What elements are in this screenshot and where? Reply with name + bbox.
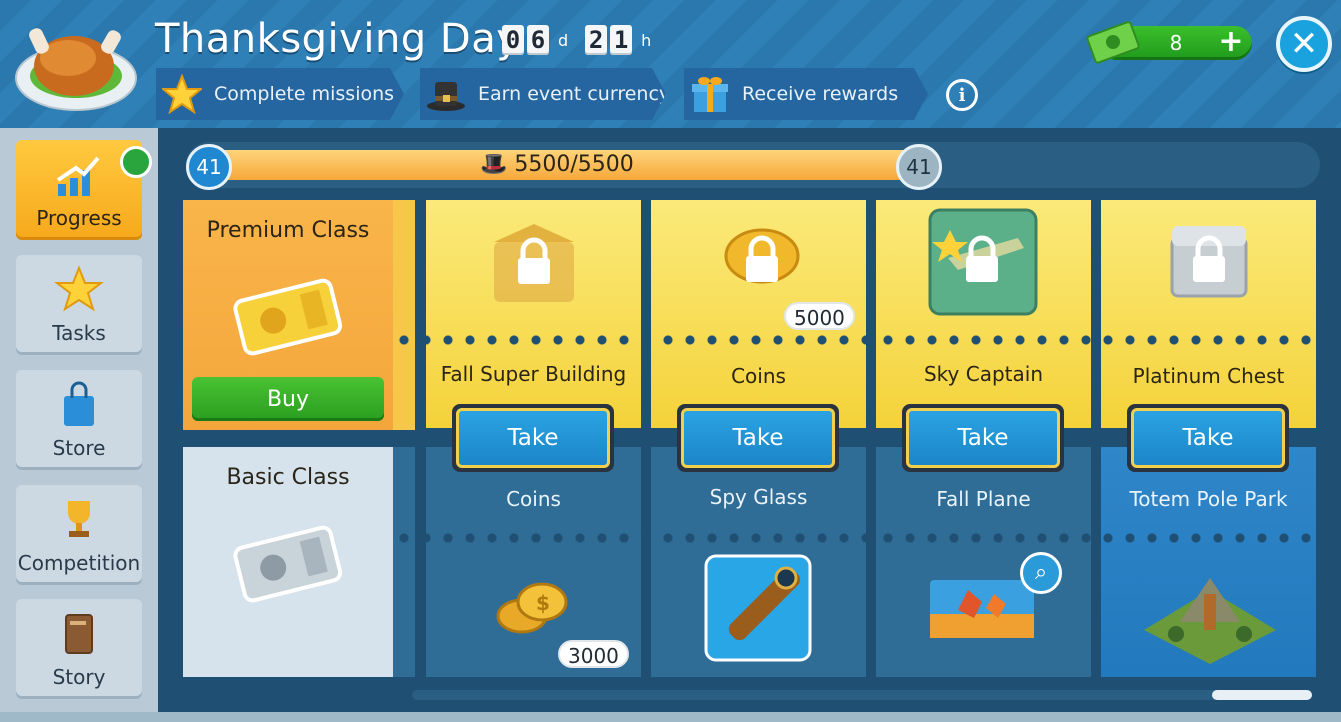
- premium-reward-name: Coins: [731, 364, 786, 388]
- level-current: 41: [186, 144, 232, 190]
- divider: [393, 447, 415, 677]
- sidebar-item-label: Store: [52, 436, 106, 460]
- coins-icon: $: [496, 582, 568, 634]
- take-button[interactable]: Take: [452, 404, 614, 472]
- premium-reward-name: Sky Captain: [923, 362, 1043, 386]
- locked-chest-icon: [1170, 226, 1248, 298]
- take-button-label: Take: [681, 408, 835, 468]
- take-button[interactable]: Take: [1127, 404, 1289, 472]
- step-receive-rewards: Receive rewards: [684, 68, 928, 120]
- event-title: Thanksgiving Day: [155, 16, 521, 62]
- close-button[interactable]: ✕: [1276, 16, 1332, 72]
- basic-reward-name: Coins: [506, 487, 561, 511]
- take-button-label: Take: [1131, 408, 1285, 468]
- basic-class-card: Basic Class: [183, 447, 393, 677]
- sidebar: Progress Tasks Store Competition Story: [0, 128, 158, 722]
- star-icon: [54, 265, 104, 312]
- sidebar-item-tasks[interactable]: Tasks: [16, 255, 142, 355]
- timer-digit: 1: [610, 25, 633, 55]
- sidebar-item-label: Competition: [17, 551, 141, 575]
- scrollbar-thumb[interactable]: [1212, 690, 1312, 700]
- trophy-icon: [68, 501, 90, 537]
- event-screen: Thanksgiving Day 0 6 d 2 1 h Complete mi…: [0, 0, 1341, 722]
- locked-plane-icon: [928, 208, 1038, 316]
- pilgrim-hat-icon: 🎩: [480, 152, 515, 177]
- locked-coins-icon: [724, 228, 800, 284]
- totem-park-icon: [1144, 578, 1276, 664]
- sidebar-item-label: Story: [52, 665, 106, 689]
- take-button-label: Take: [456, 408, 610, 468]
- bottom-strip: [0, 712, 1341, 722]
- magnifier-icon[interactable]: ⌕: [1020, 552, 1062, 594]
- take-button-label: Take: [906, 408, 1060, 468]
- sidebar-item-label: Tasks: [52, 321, 106, 345]
- reward-count-badge: 5000: [784, 302, 855, 330]
- premium-reward-name: Fall Super Building: [440, 362, 627, 386]
- dotted-divider: [393, 533, 1317, 543]
- horizontal-scrollbar[interactable]: [412, 690, 1312, 700]
- progress-text: 🎩 5500/5500: [480, 150, 634, 180]
- step-earn-currency: Earn event currency: [420, 68, 666, 120]
- svg-text:$: $: [536, 591, 550, 615]
- add-cash-button[interactable]: +: [1216, 27, 1246, 58]
- book-icon: [65, 614, 93, 654]
- info-button[interactable]: i: [946, 79, 978, 111]
- sidebar-item-label: Progress: [36, 206, 122, 230]
- sidebar-item-competition[interactable]: Competition: [16, 485, 142, 585]
- gift-badge-icon: [120, 146, 152, 178]
- step-complete-missions: Complete missions: [156, 68, 404, 120]
- timer-unit-days: d: [558, 30, 569, 50]
- sidebar-item-store[interactable]: Store: [16, 370, 142, 470]
- step-label: Complete missions: [214, 83, 395, 105]
- spyglass-icon: [704, 554, 812, 662]
- progress-chart-icon: [56, 156, 100, 196]
- premium-class-title: Premium Class: [206, 218, 370, 243]
- pilgrim-hat-icon: [426, 74, 466, 114]
- take-button[interactable]: Take: [677, 404, 839, 472]
- progress-value: 5500/5500: [514, 152, 634, 177]
- locked-building-icon: [494, 224, 574, 302]
- basic-reward-name: Fall Plane: [936, 487, 1031, 511]
- timer-digit: 6: [527, 25, 549, 55]
- divider: [393, 200, 415, 430]
- timer-digit: 0: [502, 25, 524, 55]
- cash-bill-icon: [1086, 21, 1140, 64]
- shopping-bag-icon: [64, 381, 94, 426]
- countdown-timer: 0 6 d 2 1 h: [502, 25, 665, 55]
- turkey-icon: [15, 28, 137, 111]
- timer-unit-hours: h: [641, 30, 652, 50]
- golden-ticket-icon: [233, 278, 343, 356]
- silver-ticket-icon: [233, 525, 343, 603]
- sidebar-item-story[interactable]: Story: [16, 599, 142, 699]
- timer-digit: 2: [585, 25, 608, 55]
- dotted-divider: [393, 335, 1317, 345]
- basic-class-title: Basic Class: [226, 465, 350, 490]
- take-button[interactable]: Take: [902, 404, 1064, 472]
- step-label: Receive rewards: [742, 83, 899, 105]
- basic-reward-name: Totem Pole Park: [1129, 487, 1288, 511]
- reward-count-badge: 3000: [558, 640, 629, 668]
- buy-premium-button[interactable]: Buy: [192, 377, 384, 421]
- premium-reward-name: Platinum Chest: [1132, 364, 1285, 388]
- fall-plane-icon: [930, 580, 1034, 638]
- level-next: 41: [896, 144, 942, 190]
- gift-icon: [690, 74, 730, 114]
- star-icon: [162, 74, 202, 114]
- step-label: Earn event currency: [478, 83, 671, 105]
- sidebar-item-progress[interactable]: Progress: [16, 140, 152, 240]
- basic-reward-name: Spy Glass: [709, 485, 808, 509]
